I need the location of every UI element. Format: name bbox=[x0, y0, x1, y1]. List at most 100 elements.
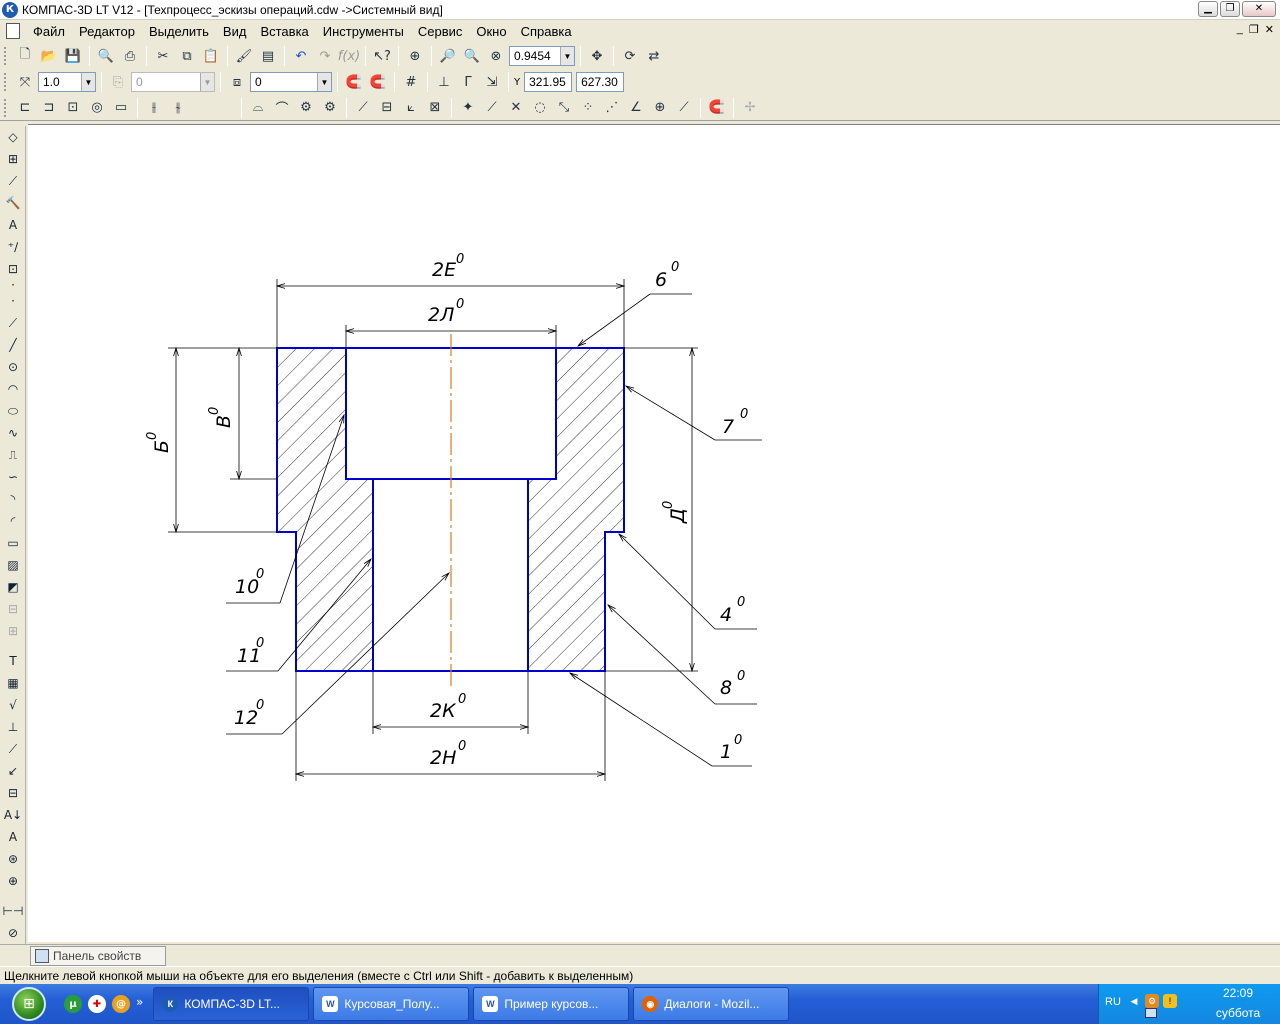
new-file-icon[interactable]: 🗋 bbox=[14, 45, 36, 67]
snap-normal-icon[interactable]: ⤡ bbox=[553, 97, 575, 119]
hatch-tool-icon[interactable]: ▨ bbox=[2, 554, 24, 576]
linear-dim-icon[interactable]: ⊢⊣ bbox=[2, 900, 24, 922]
measure-icon[interactable]: ⁺∕ bbox=[2, 236, 24, 258]
save-icon[interactable]: 💾 bbox=[62, 45, 84, 67]
minimize-button[interactable]: ▁ bbox=[1198, 1, 1218, 17]
bezier-tool-icon[interactable]: ⎍ bbox=[2, 444, 24, 466]
menu-help[interactable]: Справка bbox=[514, 24, 579, 39]
undo-icon[interactable]: ↶ bbox=[290, 45, 312, 67]
redraw-icon[interactable]: ⇄ bbox=[643, 45, 665, 67]
coord-y-field[interactable]: 627.30 bbox=[576, 72, 625, 92]
layout-3-icon[interactable]: ⚙ bbox=[295, 97, 317, 119]
format-painter-icon[interactable]: 🖌 bbox=[233, 45, 255, 67]
doc-minimize-icon[interactable]: _ bbox=[1237, 23, 1243, 36]
view-7-icon[interactable]: ⫳ bbox=[167, 97, 189, 119]
redo-icon[interactable]: ↷ bbox=[314, 45, 336, 67]
print-icon[interactable]: ⎙ bbox=[119, 45, 141, 67]
geometry-panel-icon[interactable]: ◇ bbox=[2, 126, 24, 148]
layer-icon[interactable]: ⧈ bbox=[226, 71, 248, 93]
network-icon[interactable] bbox=[1145, 1008, 1157, 1018]
local-cs-icon[interactable]: ⊥ bbox=[433, 71, 455, 93]
snap-angle-icon[interactable]: ∠ bbox=[625, 97, 647, 119]
layout-5-icon[interactable]: ⟋ bbox=[352, 97, 374, 119]
view-6-icon[interactable]: ⫲ bbox=[143, 97, 165, 119]
doc-restore-icon[interactable]: ❐ bbox=[1249, 23, 1259, 36]
cursor-coords-icon[interactable]: ⇲ bbox=[481, 71, 503, 93]
layout-8-icon[interactable]: ⊠ bbox=[424, 97, 446, 119]
zoom-combo[interactable]: 0.9454 ▼ bbox=[509, 46, 575, 66]
layout-4-icon[interactable]: ⚙ bbox=[319, 97, 341, 119]
step-combo[interactable]: 1.0 ▼ bbox=[38, 72, 96, 92]
layout-1-icon[interactable]: ⌓ bbox=[247, 97, 269, 119]
fill-tool-icon[interactable]: ◩ bbox=[2, 576, 24, 598]
nurbs-tool-icon[interactable]: ∽ bbox=[2, 466, 24, 488]
center-mark-icon[interactable]: ⊛ bbox=[2, 848, 24, 870]
start-button[interactable]: ⊞ bbox=[0, 984, 58, 1024]
task-word-example[interactable]: W Пример курсов... bbox=[473, 987, 630, 1021]
zoom-scale-icon[interactable]: ⊗ bbox=[485, 45, 507, 67]
view-5-icon[interactable]: ▭ bbox=[110, 97, 132, 119]
table-tool-icon[interactable]: ▦ bbox=[2, 672, 24, 694]
edit-panel-icon[interactable]: 🔨 bbox=[2, 192, 24, 214]
text-tool-icon[interactable]: T bbox=[2, 650, 24, 672]
drawing-canvas[interactable]: 2Е 0 2Л 0 2К 0 2Н 0 Б 0 В 0 Д 0 6 0 7 0 … bbox=[28, 124, 1280, 942]
task-kompas[interactable]: К КОМПАС-3D LT... bbox=[153, 987, 310, 1021]
selection-icon[interactable]: ⊡ bbox=[2, 258, 24, 280]
layout-2-icon[interactable]: ⌒ bbox=[271, 97, 293, 119]
layout-7-icon[interactable]: ⟀ bbox=[400, 97, 422, 119]
menu-view[interactable]: Вид bbox=[216, 24, 254, 39]
step-icon[interactable]: ⤧ bbox=[14, 71, 36, 93]
snap-point-icon[interactable]: ✦ bbox=[457, 97, 479, 119]
print-preview-icon[interactable]: 🔍 bbox=[95, 45, 117, 67]
parametrization-icon[interactable]: A bbox=[2, 214, 24, 236]
polyline-tool-icon[interactable]: ∿ bbox=[2, 422, 24, 444]
snap-magnet-icon[interactable]: 🧲 bbox=[343, 71, 365, 93]
leader-tool-icon[interactable]: ⟋ bbox=[2, 738, 24, 760]
layout-6-icon[interactable]: ⊟ bbox=[376, 97, 398, 119]
quick-launch-overflow[interactable]: » bbox=[136, 995, 143, 1013]
add-icon[interactable]: ✚ bbox=[88, 995, 106, 1013]
dimensions-panel-icon[interactable]: ⊞ bbox=[2, 148, 24, 170]
menu-window[interactable]: Окно bbox=[469, 24, 513, 39]
segment-tool-icon[interactable]: ╱ bbox=[2, 334, 24, 356]
tray-arrow-icon[interactable]: ◀ bbox=[1127, 994, 1141, 1008]
view-arrow-icon[interactable]: A↓ bbox=[2, 804, 24, 826]
doc-close-icon[interactable]: ✕ bbox=[1265, 23, 1274, 36]
snap-middle-icon[interactable]: ⋰ bbox=[601, 97, 623, 119]
snap-grid-icon[interactable]: ⁘ bbox=[577, 97, 599, 119]
help-pointer-icon[interactable]: ↖? bbox=[371, 45, 393, 67]
tray-app-icon[interactable]: ⚙ bbox=[1145, 994, 1159, 1008]
tolerance-tool-icon[interactable]: ⊟ bbox=[2, 782, 24, 804]
close-button[interactable]: ✕ bbox=[1242, 1, 1276, 17]
snap-nearest-icon[interactable]: ⟋ bbox=[481, 97, 503, 119]
open-file-icon[interactable]: 📂 bbox=[38, 45, 60, 67]
tray-security-icon[interactable]: ! bbox=[1163, 994, 1177, 1008]
maximize-button[interactable]: ❐ bbox=[1220, 1, 1240, 17]
snap-center-icon[interactable]: ⊕ bbox=[649, 97, 671, 119]
snap-magnet-icon[interactable]: 🧲 bbox=[706, 97, 728, 119]
document-icon[interactable] bbox=[6, 23, 20, 39]
function-icon[interactable]: f(x) bbox=[338, 45, 360, 67]
menu-insert[interactable]: Вставка bbox=[253, 24, 315, 39]
mail-icon[interactable]: @ bbox=[112, 995, 130, 1013]
copy-icon[interactable]: ⧉ bbox=[176, 45, 198, 67]
task-firefox[interactable]: ◉ Диалоги - Mozil... bbox=[633, 987, 790, 1021]
point-tool-icon[interactable]: · bbox=[2, 290, 24, 312]
snap-magnet-alt-icon[interactable]: 🧲 bbox=[367, 71, 389, 93]
menu-tools[interactable]: Инструменты bbox=[316, 24, 411, 39]
zoom-in-icon[interactable]: 🔎 bbox=[437, 45, 459, 67]
coord-x-field[interactable]: 321.95 bbox=[524, 72, 573, 92]
view-1-icon[interactable]: ⊏ bbox=[14, 97, 36, 119]
notation-panel-icon[interactable]: ⟋ bbox=[2, 170, 24, 192]
layer-combo[interactable]: 0 ▼ bbox=[250, 72, 332, 92]
menu-service[interactable]: Сервис bbox=[411, 24, 470, 39]
section-line-icon[interactable]: A bbox=[2, 826, 24, 848]
clock-time[interactable]: 22:09 bbox=[1199, 986, 1277, 1000]
ellipse-tool-icon[interactable]: ⬭ bbox=[2, 400, 24, 422]
zoom-window-icon[interactable]: ⊕ bbox=[404, 45, 426, 67]
cut-icon[interactable]: ✂ bbox=[152, 45, 174, 67]
rectangle-tool-icon[interactable]: ▭ bbox=[2, 532, 24, 554]
refresh-icon[interactable]: ⟳ bbox=[619, 45, 641, 67]
axis-line-icon[interactable]: ⊕ bbox=[2, 870, 24, 892]
utorrent-icon[interactable]: µ bbox=[64, 995, 82, 1013]
